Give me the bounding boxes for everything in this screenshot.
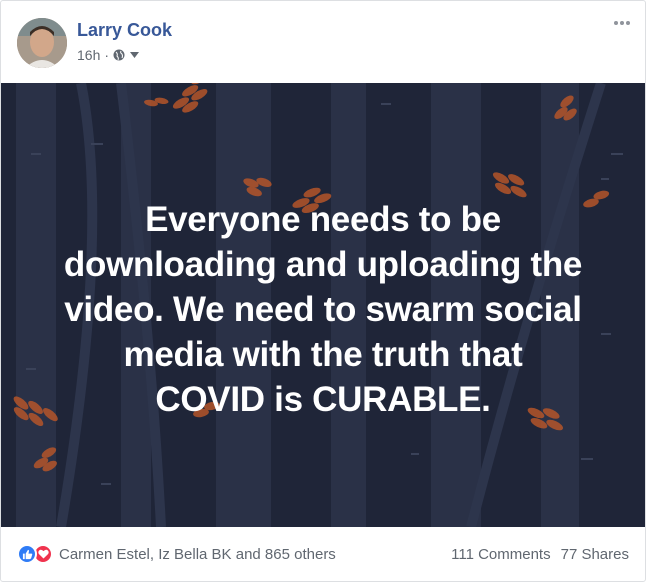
avatar-photo (17, 18, 67, 68)
audience-caret-icon[interactable] (130, 52, 140, 58)
author-name[interactable]: Larry Cook (77, 20, 172, 41)
thumbs-up-glyph (22, 549, 32, 559)
post-text-line: media with the truth that (123, 335, 523, 374)
more-dot-icon (614, 21, 618, 25)
post-text-line: video. We need to swarm social (64, 290, 582, 329)
post-text-line: COVID is CURABLE. (155, 380, 491, 419)
heart-glyph (37, 549, 49, 559)
globe-icon[interactable] (113, 49, 125, 61)
post-background-image[interactable]: Everyone needs to be downloading and upl… (1, 83, 645, 527)
post-text-line: Everyone needs to be (145, 200, 501, 239)
post-meta: 16h · (77, 47, 140, 63)
comments-count-link[interactable]: 111 Comments (451, 546, 551, 563)
meta-separator: · (104, 47, 110, 63)
post-footer: Carmen Estel, Iz Bella BK and 865 others… (1, 527, 645, 581)
post-text: Everyone needs to be downloading and upl… (15, 197, 631, 422)
more-options-button[interactable] (611, 15, 633, 31)
post-text-line: downloading and uploading the (63, 245, 583, 284)
post-card: Larry Cook 16h · Everyone needs to be do… (0, 0, 646, 582)
reaction-summary[interactable]: Carmen Estel, Iz Bella BK and 865 others (17, 544, 336, 564)
post-timestamp[interactable]: 16h (77, 47, 100, 63)
reaction-names[interactable]: Carmen Estel, Iz Bella BK and 865 others (59, 546, 336, 563)
more-dot-icon (620, 21, 624, 25)
more-dot-icon (626, 21, 630, 25)
engagement-counts: 111 Comments 77 Shares (451, 546, 629, 563)
author-avatar[interactable] (17, 18, 67, 68)
shares-count-link[interactable]: 77 Shares (561, 546, 629, 563)
like-icon[interactable] (17, 544, 37, 564)
post-header: Larry Cook 16h · (1, 1, 645, 83)
